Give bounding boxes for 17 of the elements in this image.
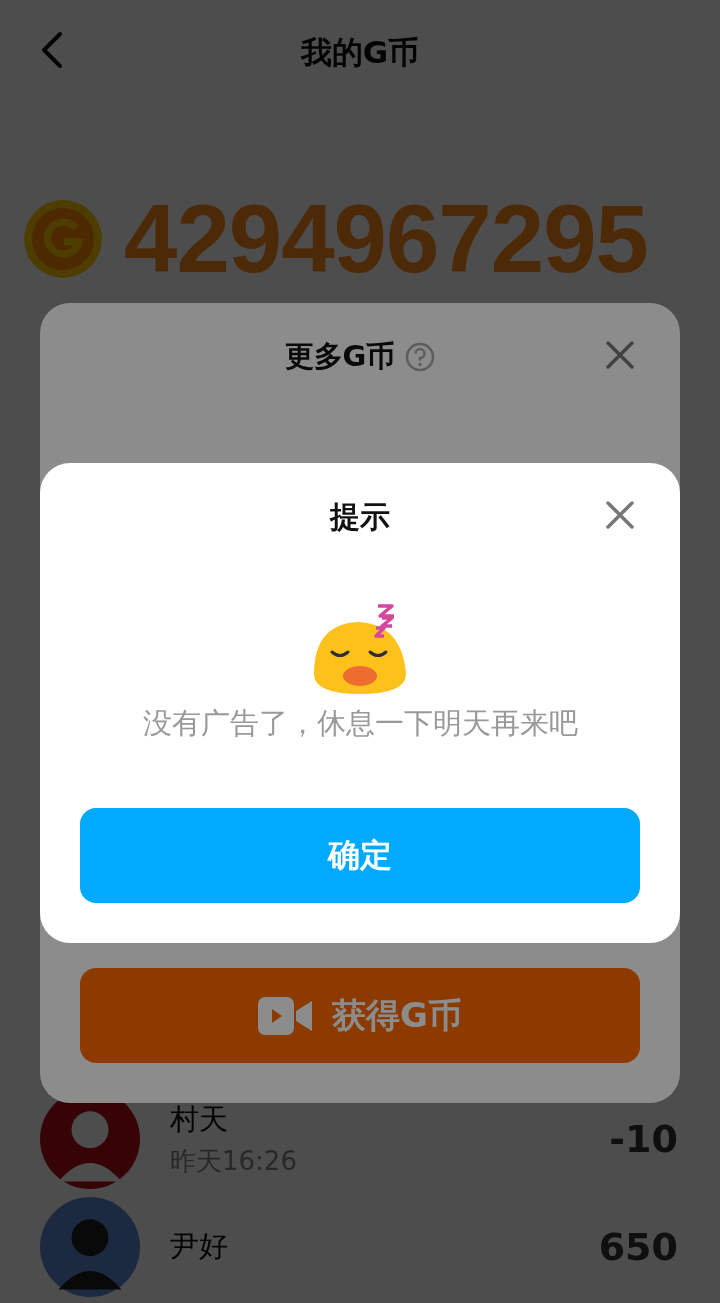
get-coins-button[interactable]: 获得G币 bbox=[80, 968, 640, 1063]
coin-balance: 4294967295 bbox=[124, 184, 648, 294]
dialog-title: 提示 bbox=[330, 498, 390, 536]
back-icon bbox=[40, 31, 64, 69]
record-name: 村天 bbox=[170, 1100, 229, 1138]
record-amount: 650 bbox=[598, 1225, 678, 1269]
close-icon bbox=[605, 340, 635, 370]
close-icon bbox=[605, 500, 635, 530]
video-camera-icon bbox=[258, 996, 313, 1035]
record-name: 尹好 bbox=[170, 1228, 229, 1265]
dialog-message: 没有广告了，休息一下明天再来吧 bbox=[142, 705, 578, 742]
page-title: 我的G币 bbox=[300, 33, 420, 72]
coin-icon bbox=[22, 198, 104, 280]
record-amount: -10 bbox=[609, 1117, 678, 1161]
help-icon[interactable] bbox=[405, 342, 436, 372]
confirm-button[interactable]: 确定 bbox=[80, 808, 640, 903]
sheet-title: 更多G币 bbox=[284, 338, 396, 375]
